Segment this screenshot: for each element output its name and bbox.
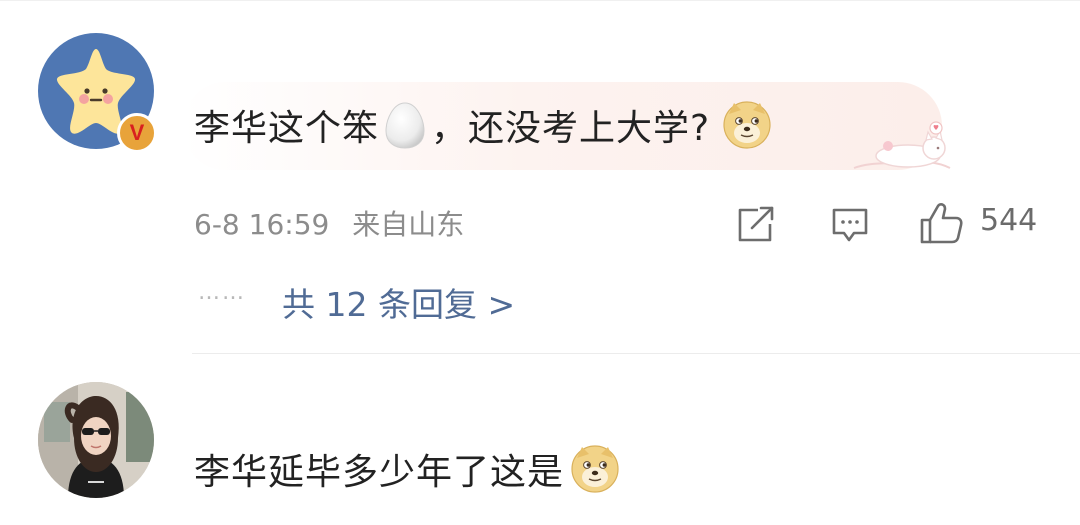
comment-text: 李华延毕多少年了这是 (194, 436, 624, 502)
thumbs-up-icon[interactable] (918, 200, 964, 246)
girl-photo-avatar (38, 382, 154, 498)
comment-text: 李华这个笨 ，还没考上大学? (194, 92, 776, 158)
top-divider (0, 0, 1080, 1)
comment-icon[interactable] (830, 206, 870, 244)
reply-dots: …… (198, 280, 246, 305)
view-replies-link[interactable]: 共 12 条回复 > (282, 278, 515, 326)
user-avatar[interactable] (38, 382, 154, 498)
comment-meta: 6-8 16:59 来自山东 (194, 203, 478, 243)
comment-text-part: 李华这个笨 (194, 108, 380, 149)
comment-list: V 李华这个笨 ，还没考上大学? 6-8 16:59 来自山东 544 …… 共… (0, 0, 1080, 525)
egg-emoji-icon (385, 102, 425, 149)
share-icon[interactable] (736, 206, 776, 244)
comment-text-part: 李华延毕多少年了这是 (194, 452, 565, 493)
comment-location: 来自山东 (352, 208, 465, 241)
verified-badge: V (117, 113, 157, 153)
like-count: 544 (980, 203, 1038, 238)
comment-divider (192, 353, 1080, 354)
comment-date: 6-8 16:59 (194, 208, 330, 241)
comment-text-part: ，还没考上大学? (431, 108, 711, 149)
doge-emoji-icon (571, 445, 619, 493)
doge-emoji-icon (723, 101, 771, 149)
cat-decoration-icon (853, 121, 951, 169)
